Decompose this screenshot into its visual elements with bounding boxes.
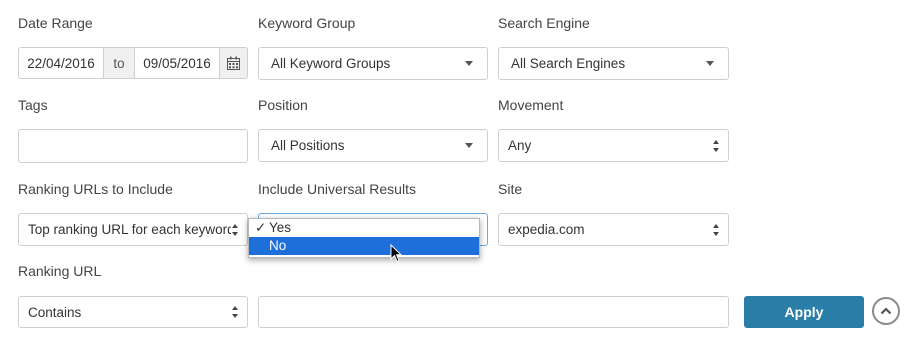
ranking-urls-select[interactable]: Top ranking URL for each keyword bbox=[18, 213, 248, 246]
updown-arrows-icon bbox=[231, 305, 241, 319]
universal-results-dropdown: ✓ Yes No bbox=[248, 218, 480, 258]
tags-input[interactable] bbox=[18, 129, 248, 163]
date-to-separator: to bbox=[104, 47, 134, 79]
caret-down-icon bbox=[706, 61, 714, 66]
option-no[interactable]: No bbox=[249, 237, 479, 255]
calendar-icon bbox=[227, 56, 240, 70]
search-engine-select[interactable]: All Search Engines bbox=[498, 47, 729, 80]
caret-down-icon bbox=[465, 61, 473, 66]
date-from-input[interactable]: 22/04/2016 bbox=[18, 47, 104, 79]
ranking-url-input[interactable] bbox=[258, 296, 729, 328]
calendar-button[interactable] bbox=[220, 47, 248, 79]
site-value: expedia.com bbox=[508, 222, 585, 237]
ranking-urls-label: Ranking URLs to Include bbox=[18, 181, 173, 197]
universal-results-label: Include Universal Results bbox=[258, 181, 416, 197]
movement-select[interactable]: Any bbox=[498, 129, 729, 162]
apply-button[interactable]: Apply bbox=[744, 296, 864, 328]
updown-arrows-icon bbox=[231, 223, 241, 237]
collapse-button[interactable] bbox=[872, 297, 900, 325]
position-label: Position bbox=[258, 97, 308, 113]
option-yes-label: Yes bbox=[269, 220, 292, 235]
position-value: All Positions bbox=[271, 138, 345, 153]
caret-down-icon bbox=[465, 143, 473, 148]
ranking-url-match-value: Contains bbox=[28, 304, 82, 320]
movement-label: Movement bbox=[498, 97, 564, 113]
tags-label: Tags bbox=[18, 97, 48, 113]
ranking-url-label: Ranking URL bbox=[18, 263, 102, 279]
chevron-up-icon bbox=[880, 307, 892, 315]
keyword-group-select[interactable]: All Keyword Groups bbox=[258, 47, 488, 80]
checkmark-icon: ✓ bbox=[255, 220, 267, 235]
movement-value: Any bbox=[508, 138, 532, 153]
position-select[interactable]: All Positions bbox=[258, 129, 488, 162]
search-engine-label: Search Engine bbox=[498, 15, 590, 31]
ranking-urls-value: Top ranking URL for each keyword bbox=[28, 222, 231, 237]
date-until-input[interactable]: 09/05/2016 bbox=[134, 47, 220, 79]
site-label: Site bbox=[498, 181, 523, 197]
keyword-group-label: Keyword Group bbox=[258, 15, 356, 31]
keyword-group-value: All Keyword Groups bbox=[271, 56, 391, 71]
mouse-cursor-icon bbox=[390, 244, 402, 263]
option-no-label: No bbox=[269, 238, 287, 253]
ranking-url-match-select[interactable]: Contains bbox=[18, 296, 248, 328]
option-yes[interactable]: ✓ Yes bbox=[249, 219, 479, 237]
updown-arrows-icon bbox=[712, 223, 722, 237]
date-range-label: Date Range bbox=[18, 15, 93, 31]
search-engine-value: All Search Engines bbox=[511, 56, 626, 71]
site-select[interactable]: expedia.com bbox=[498, 213, 729, 246]
date-range-group: 22/04/2016 to 09/05/2016 bbox=[18, 47, 248, 79]
updown-arrows-icon bbox=[712, 139, 722, 153]
